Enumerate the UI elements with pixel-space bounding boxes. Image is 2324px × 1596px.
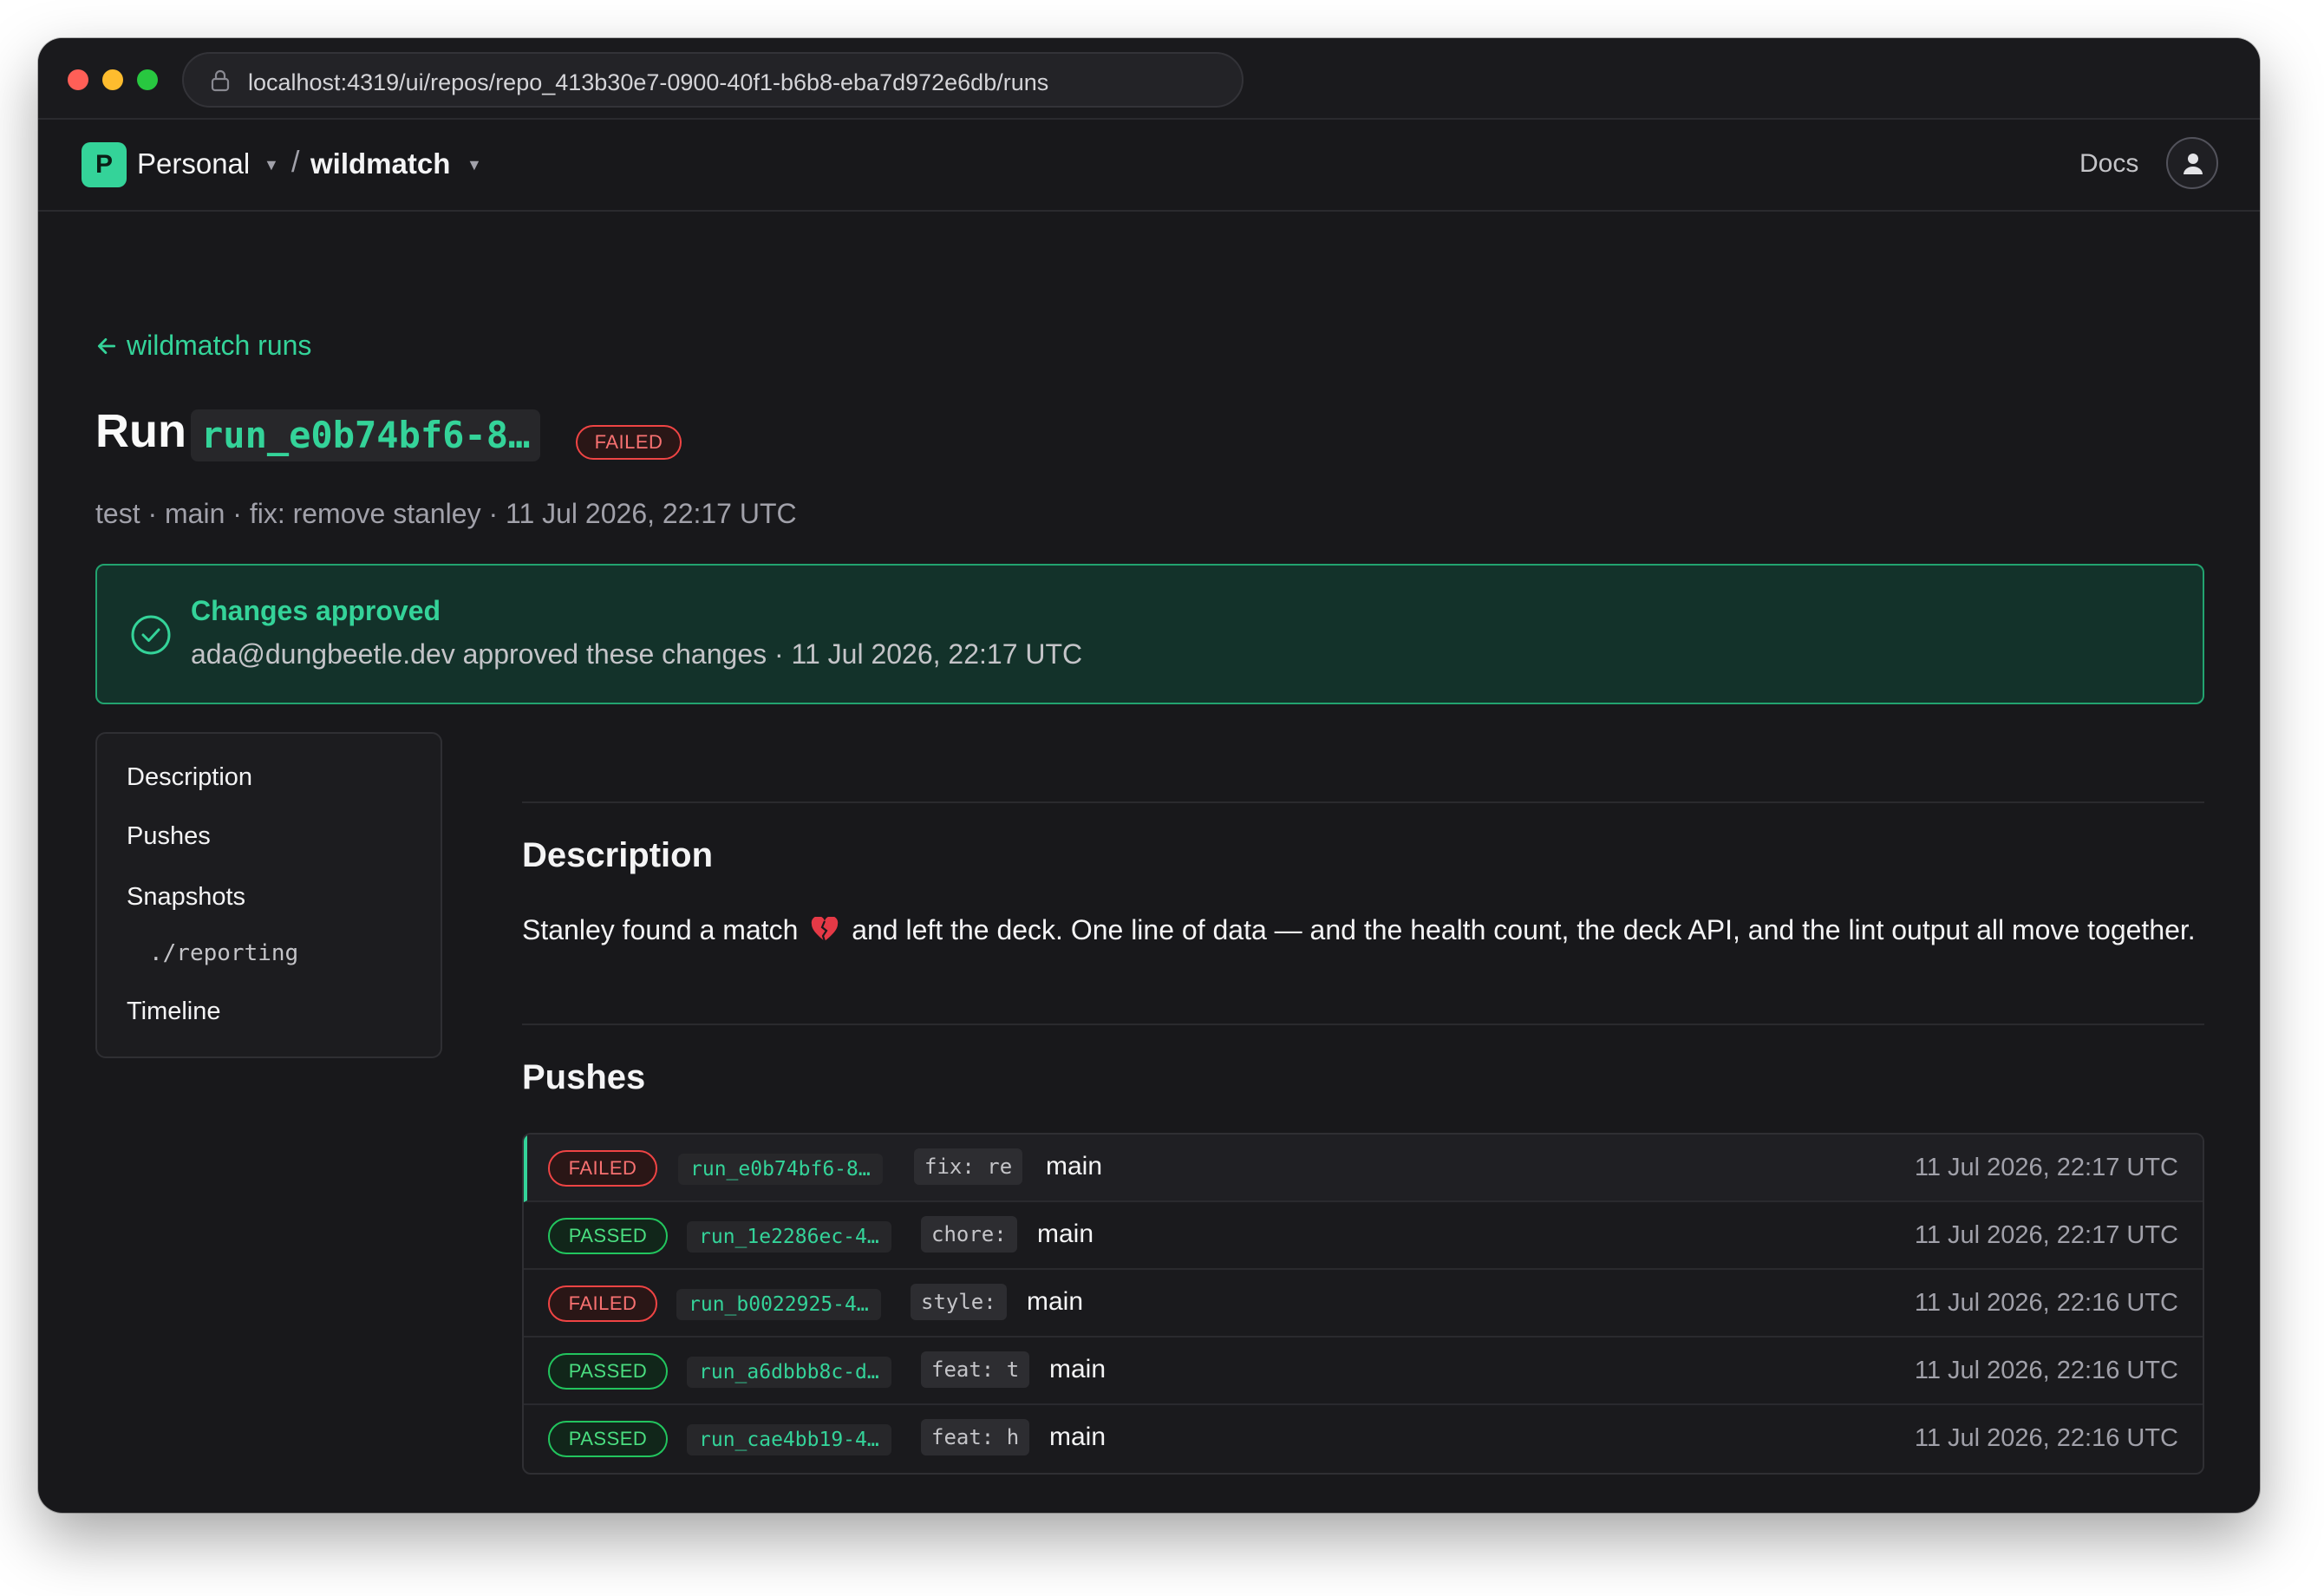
push-branch: main (1046, 1152, 1103, 1181)
nav-description[interactable]: Description (127, 763, 252, 792)
push-commit-message: chore: (921, 1216, 1017, 1253)
push-commit-message: fix: re (914, 1148, 1023, 1185)
user-menu-button[interactable] (2166, 137, 2218, 189)
nav-snapshots[interactable]: Snapshots (127, 883, 245, 912)
push-commit-message: style: (911, 1284, 1007, 1320)
broken-heart-icon (812, 917, 839, 942)
push-branch: main (1049, 1355, 1107, 1383)
lock-icon (211, 69, 230, 92)
minimize-window-button[interactable] (102, 69, 123, 90)
approval-title: Changes approved (191, 595, 441, 626)
check-circle-icon (131, 615, 171, 655)
push-timestamp: 11 Jul 2026, 22:17 UTC (1914, 1154, 2178, 1181)
back-to-runs-link[interactable]: wildmatch runs (95, 330, 311, 362)
pushes-heading: Pushes (522, 1058, 646, 1096)
nav-pushes[interactable]: Pushes (127, 822, 211, 851)
description-text-end: and left the deck. One line of data — an… (852, 914, 2196, 945)
pushes-list: FAILED run_e0b74bf6-8… fix: re main 11 J… (522, 1133, 2204, 1475)
push-timestamp: 11 Jul 2026, 22:17 UTC (1914, 1221, 2178, 1249)
push-row[interactable]: PASSED run_a6dbbb8c-d… feat: t main 11 J… (524, 1338, 2203, 1405)
section-divider (522, 1024, 2204, 1025)
push-row[interactable]: PASSED run_1e2286ec-4… chore: main 11 Ju… (524, 1202, 2203, 1270)
address-bar[interactable]: localhost:4319/ui/repos/repo_413b30e7-09… (182, 52, 1244, 108)
push-status-badge: FAILED (548, 1285, 657, 1322)
breadcrumb-separator: / (291, 146, 300, 179)
push-run-id[interactable]: run_e0b74bf6-8… (678, 1154, 883, 1185)
user-icon (2184, 154, 2203, 174)
push-row[interactable]: PASSED run_cae4bb19-4… feat: h main 11 J… (524, 1405, 2203, 1473)
push-branch: main (1049, 1423, 1107, 1451)
app-header: P Personal ▼ / wildmatch ▼ Docs (38, 120, 2260, 212)
repo-switcher[interactable]: wildmatch (310, 147, 450, 180)
chevron-down-icon[interactable]: ▼ (467, 156, 482, 174)
push-run-id[interactable]: run_1e2286ec-4… (687, 1221, 891, 1253)
chevron-down-icon[interactable]: ▼ (264, 156, 279, 174)
page-title: Run (95, 405, 186, 457)
run-meta: test · main · fix: remove stanley · 11 J… (95, 498, 797, 529)
close-window-button[interactable] (68, 69, 88, 90)
push-status-badge: FAILED (548, 1150, 657, 1187)
back-link-label: wildmatch runs (127, 330, 312, 361)
push-branch: main (1027, 1287, 1084, 1316)
push-row[interactable]: FAILED run_b0022925-4… style: main 11 Ju… (524, 1270, 2203, 1338)
push-run-id[interactable]: run_cae4bb19-4… (687, 1424, 891, 1455)
browser-window: localhost:4319/ui/repos/repo_413b30e7-09… (38, 38, 2260, 1513)
push-status-badge: PASSED (548, 1218, 668, 1254)
push-status-badge: PASSED (548, 1421, 668, 1457)
push-timestamp: 11 Jul 2026, 22:16 UTC (1914, 1357, 2178, 1384)
approval-description: ada@dungbeetle.dev approved these change… (191, 638, 1083, 670)
run-id: run_e0b74bf6-8… (191, 409, 541, 461)
push-commit-message: feat: h (921, 1419, 1030, 1455)
description-text: Stanley found a match and left the deck.… (522, 914, 2196, 946)
push-timestamp: 11 Jul 2026, 22:16 UTC (1914, 1424, 2178, 1452)
approval-banner: Changes approved ada@dungbeetle.dev appr… (95, 564, 2204, 704)
url-text: localhost:4319/ui/repos/repo_413b30e7-09… (248, 69, 1049, 95)
push-branch: main (1037, 1220, 1094, 1248)
description-heading: Description (522, 836, 714, 874)
description-text-start: Stanley found a match (522, 914, 799, 945)
push-run-id[interactable]: run_b0022925-4… (676, 1289, 881, 1320)
status-badge: FAILED (576, 425, 682, 460)
docs-link[interactable]: Docs (2079, 149, 2138, 179)
section-nav: Description Pushes Snapshots ./reporting… (95, 732, 442, 1058)
arrow-left-icon (97, 338, 116, 354)
org-switcher[interactable]: Personal (137, 147, 250, 180)
org-avatar[interactable]: P (82, 142, 127, 187)
maximize-window-button[interactable] (137, 69, 158, 90)
push-row[interactable]: FAILED run_e0b74bf6-8… fix: re main 11 J… (524, 1135, 2203, 1202)
nav-timeline[interactable]: Timeline (127, 998, 221, 1026)
section-divider (522, 801, 2204, 803)
push-commit-message: feat: t (921, 1351, 1030, 1388)
push-timestamp: 11 Jul 2026, 22:16 UTC (1914, 1289, 2178, 1317)
push-status-badge: PASSED (548, 1353, 668, 1390)
nav-snapshot-reporting[interactable]: ./reporting (149, 940, 298, 966)
push-run-id[interactable]: run_a6dbbb8c-d… (687, 1357, 891, 1388)
browser-titlebar: localhost:4319/ui/repos/repo_413b30e7-09… (38, 38, 2260, 120)
main-content: wildmatch runs Run run_e0b74bf6-8… FAILE… (38, 212, 2260, 1513)
